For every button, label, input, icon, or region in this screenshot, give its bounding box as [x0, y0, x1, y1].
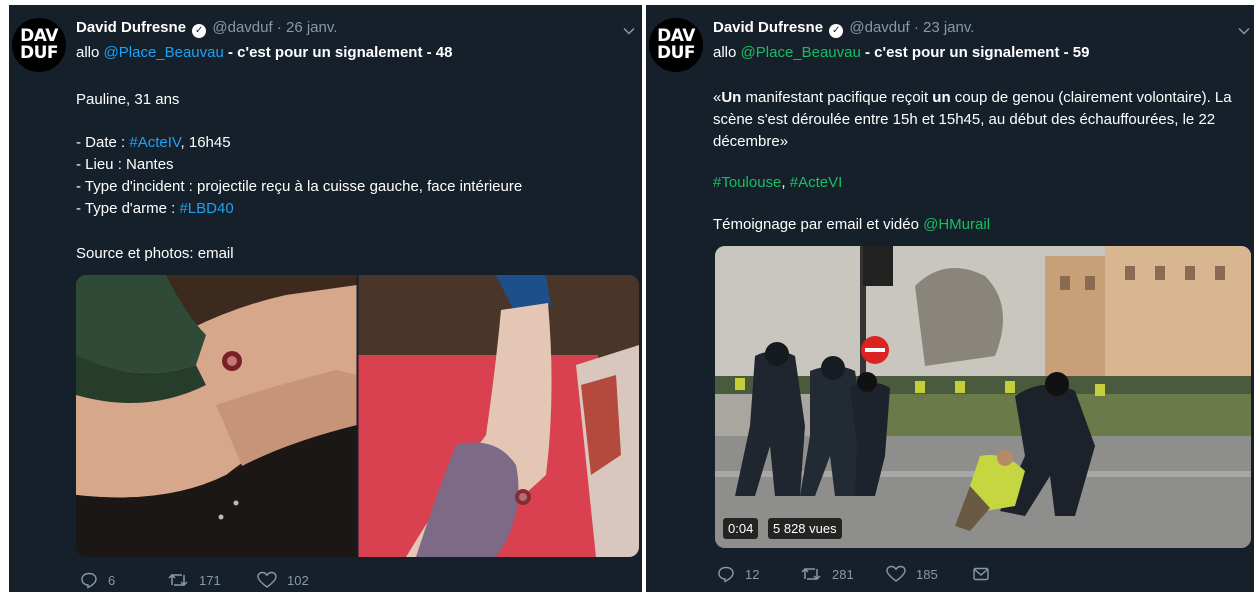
retweet-icon	[801, 567, 821, 581]
quote-un-1: Un	[721, 89, 742, 106]
video-views-badge: 5 828 vues	[768, 518, 842, 539]
intro-prefix: allo	[76, 44, 104, 61]
retweet-icon	[168, 573, 188, 587]
reply-count: 12	[745, 566, 760, 582]
tweet-header: David Dufresne ✓ @davduf · 26 janv.	[76, 19, 337, 38]
arme-line: - Type d'arme : #LBD40	[76, 198, 234, 219]
verified-badge-icon: ✓	[192, 24, 207, 38]
hashtag-lbd40[interactable]: #LBD40	[179, 200, 233, 217]
separator-dot: ·	[276, 19, 282, 36]
quote-part-2: coup de genou (clairement volontaire). L…	[950, 89, 1232, 106]
quote-line-2: scène s'est déroulée entre 15h et 15h45,…	[713, 111, 1216, 128]
retweet-button[interactable]: 281	[800, 565, 854, 583]
injury-photos[interactable]	[76, 275, 639, 557]
hashtag-toulouse[interactable]: #Toulouse	[713, 174, 781, 191]
hashtags-line: #Toulouse, #ActeVI	[713, 172, 842, 193]
tweet-date[interactable]: 26 janv.	[286, 19, 337, 36]
quote-line-3: décembre»	[713, 133, 789, 150]
heart-icon	[886, 565, 906, 582]
tweet-date[interactable]: 23 janv.	[923, 19, 974, 36]
separator-dot: ·	[913, 19, 919, 36]
avatar[interactable]: DAV DUF	[649, 18, 703, 72]
video-time-badge: 0:04	[723, 518, 759, 539]
like-count: 102	[287, 572, 309, 588]
testimony-line: Témoignage par email et vidéo @HMurail	[713, 214, 990, 235]
envelope-icon	[973, 567, 989, 581]
avatar-text-bottom: DUF	[656, 43, 696, 63]
reply-icon	[718, 566, 734, 583]
intro-prefix: allo	[713, 44, 741, 61]
retweet-count: 171	[199, 572, 221, 588]
incident-line: - Type d'incident : projectile reçu à la…	[76, 178, 523, 195]
mention-hmurail[interactable]: @HMurail	[923, 216, 990, 233]
signalement-title: - c'est pour un signalement - 48	[223, 44, 453, 61]
tweet-intro: allo @Place_Beauvau - c'est pour un sign…	[76, 42, 452, 63]
tweet-intro: allo @Place_Beauvau - c'est pour un sign…	[713, 42, 1089, 63]
retweet-button[interactable]: 171	[167, 571, 221, 589]
verified-badge-icon: ✓	[829, 24, 844, 38]
hashtag-acteiv[interactable]: #ActeIV	[129, 134, 180, 151]
video-thumbnail	[715, 246, 1251, 548]
video-player[interactable]: 0:04 5 828 vues	[715, 246, 1251, 548]
person-line: Pauline, 31 ans	[76, 91, 180, 108]
chevron-down-icon[interactable]	[1238, 25, 1250, 37]
author-handle[interactable]: @davduf	[849, 19, 909, 36]
lieu-line: - Lieu : Nantes	[76, 156, 174, 173]
direct-message-button[interactable]	[972, 565, 990, 583]
reply-button[interactable]: 6	[80, 571, 115, 589]
mention-place-beauvau[interactable]: @Place_Beauvau	[741, 44, 861, 61]
avatar[interactable]: DAV DUF	[12, 18, 66, 72]
like-button[interactable]: 185	[886, 565, 938, 583]
retweet-count: 281	[832, 566, 854, 582]
quote-part-1: manifestant pacifique reçoit	[741, 89, 933, 106]
author-name[interactable]: David Dufresne	[713, 19, 823, 36]
hashtag-separator: ,	[781, 174, 790, 191]
like-count: 185	[916, 566, 938, 582]
author-handle[interactable]: @davduf	[212, 19, 272, 36]
hashtag-actevi[interactable]: #ActeVI	[790, 174, 843, 191]
date-label: - Date :	[76, 134, 130, 151]
mention-place-beauvau[interactable]: @Place_Beauvau	[104, 44, 224, 61]
avatar-text-bottom: DUF	[19, 43, 59, 63]
tweet-card-59[interactable]: DAV DUF David Dufresne ✓ @davduf · 23 ja…	[646, 5, 1254, 592]
tweet-header: David Dufresne ✓ @davduf · 23 janv.	[713, 19, 974, 38]
arme-label: - Type d'arme :	[76, 200, 180, 217]
testimony-text: Témoignage par email et vidéo	[713, 216, 924, 233]
reply-button[interactable]: 12	[717, 565, 759, 583]
like-button[interactable]: 102	[257, 571, 309, 589]
heart-icon	[257, 571, 277, 588]
date-line: - Date : #ActeIV, 16h45	[76, 132, 231, 153]
reply-count: 6	[108, 572, 116, 588]
reply-icon	[81, 572, 97, 589]
quote-line-1: «Un manifestant pacifique reçoit un coup…	[713, 87, 1232, 108]
photo-grid	[76, 275, 639, 557]
chevron-down-icon[interactable]	[623, 25, 635, 37]
date-time: , 16h45	[180, 134, 231, 151]
author-name[interactable]: David Dufresne	[76, 19, 186, 36]
tweet-card-48[interactable]: DAV DUF David Dufresne ✓ @davduf · 26 ja…	[9, 5, 642, 592]
source-line: Source et photos: email	[76, 245, 234, 262]
signalement-title: - c'est pour un signalement - 59	[860, 44, 1090, 61]
quote-un-2: un	[932, 89, 951, 106]
